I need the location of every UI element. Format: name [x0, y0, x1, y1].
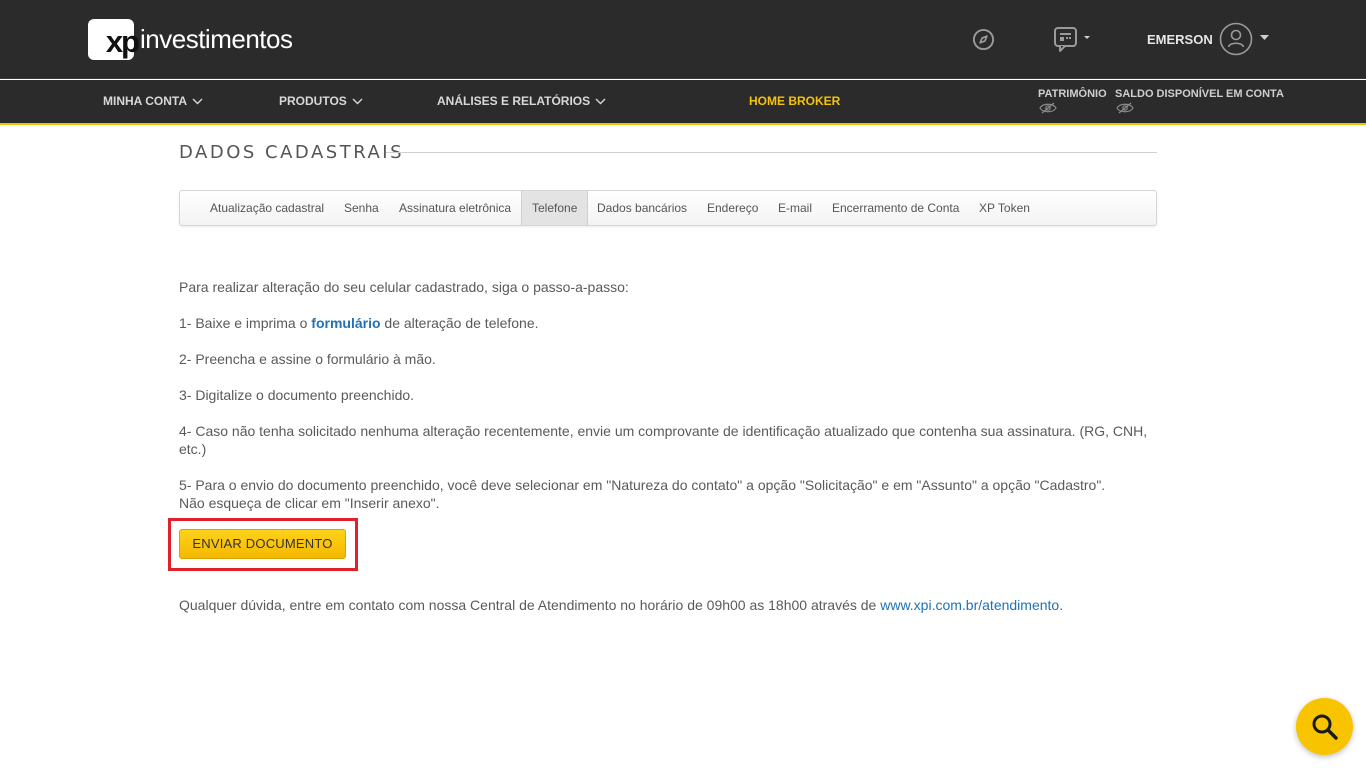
enviar-documento-button[interactable]: ENVIAR DOCUMENTO — [179, 529, 346, 559]
intro-text: Para realizar alteração do seu celular c… — [179, 279, 629, 295]
nav-home-broker[interactable]: HOME BROKER — [749, 94, 840, 108]
tab-xp-token[interactable]: XP Token — [979, 191, 1030, 225]
nav-minha-conta[interactable]: MINHA CONTA — [103, 94, 203, 108]
chat-icon[interactable] — [1054, 27, 1094, 53]
logo-word: investimentos — [140, 23, 293, 54]
footer-prefix: Qualquer dúvida, entre em contato com no… — [179, 597, 881, 613]
tab-encerramento-conta[interactable]: Encerramento de Conta — [832, 191, 959, 225]
main-nav — [0, 80, 1366, 123]
tabs-bar: Atualização cadastral Senha Assinatura e… — [179, 190, 1157, 226]
tab-assinatura-eletronica[interactable]: Assinatura eletrônica — [399, 191, 511, 225]
user-name[interactable]: EMERSON — [1147, 32, 1213, 47]
footer-text: Qualquer dúvida, entre em contato com no… — [179, 596, 1159, 614]
search-icon — [1312, 714, 1338, 740]
tab-email[interactable]: E-mail — [778, 191, 812, 225]
tab-endereco[interactable]: Endereço — [707, 191, 758, 225]
step-4: 4- Caso não tenha solicitado nenhuma alt… — [179, 423, 1148, 457]
nav-analises-label: ANÁLISES E RELATÓRIOS — [437, 94, 591, 108]
user-avatar-icon[interactable] — [1219, 22, 1253, 56]
step-1-suffix: de alteração de telefone. — [380, 315, 539, 331]
eye-hidden-icon[interactable] — [1116, 102, 1134, 114]
step-2: 2- Preencha e assine o formulário à mão. — [179, 351, 436, 367]
formulario-link[interactable]: formulário — [311, 315, 380, 331]
patrimonio-label: PATRIMÔNIO — [1038, 88, 1107, 100]
nav-minha-conta-label: MINHA CONTA — [103, 94, 187, 108]
step-1-prefix: 1- Baixe e imprima o — [179, 315, 312, 331]
search-fab-button[interactable] — [1296, 698, 1353, 755]
nav-produtos[interactable]: PRODUTOS — [279, 94, 363, 108]
tab-dados-bancarios[interactable]: Dados bancários — [597, 191, 687, 225]
step-5-line2: Não esqueça de clicar em "Inserir anexo"… — [179, 495, 440, 511]
tab-atualizacao-cadastral[interactable]: Atualização cadastral — [210, 191, 324, 225]
atendimento-link[interactable]: www.xpi.com.br/atendimento — [880, 597, 1059, 613]
nav-analises-relatorios[interactable]: ANÁLISES E RELATÓRIOS — [437, 94, 606, 108]
title-divider — [386, 152, 1157, 153]
nav-produtos-label: PRODUTOS — [279, 94, 347, 108]
chevron-down-icon — [352, 98, 363, 104]
saldo-disponivel-label: SALDO DISPONÍVEL EM CONTA — [1115, 88, 1284, 100]
tab-senha[interactable]: Senha — [344, 191, 379, 225]
step-5-line1: 5- Para o envio do documento preenchido,… — [179, 477, 1106, 493]
footer-suffix: . — [1059, 597, 1064, 613]
step-1: 1- Baixe e imprima o formulário de alter… — [179, 314, 1159, 332]
nav-accent-line — [0, 123, 1366, 125]
chevron-down-icon[interactable] — [1260, 35, 1269, 41]
page-title: DADOS CADASTRAIS — [179, 142, 405, 163]
chevron-down-icon — [595, 98, 606, 104]
step-3: 3- Digitalize o documento preenchido. — [179, 387, 415, 403]
compass-icon[interactable] — [972, 28, 995, 51]
eye-hidden-icon[interactable] — [1039, 102, 1057, 114]
chevron-down-icon — [192, 98, 203, 104]
tab-telefone[interactable]: Telefone — [521, 191, 589, 225]
logo-mark-text: xp — [105, 23, 140, 59]
xp-logo[interactable]: xp investimentos — [88, 18, 293, 60]
logo-mark: xp — [88, 18, 140, 60]
